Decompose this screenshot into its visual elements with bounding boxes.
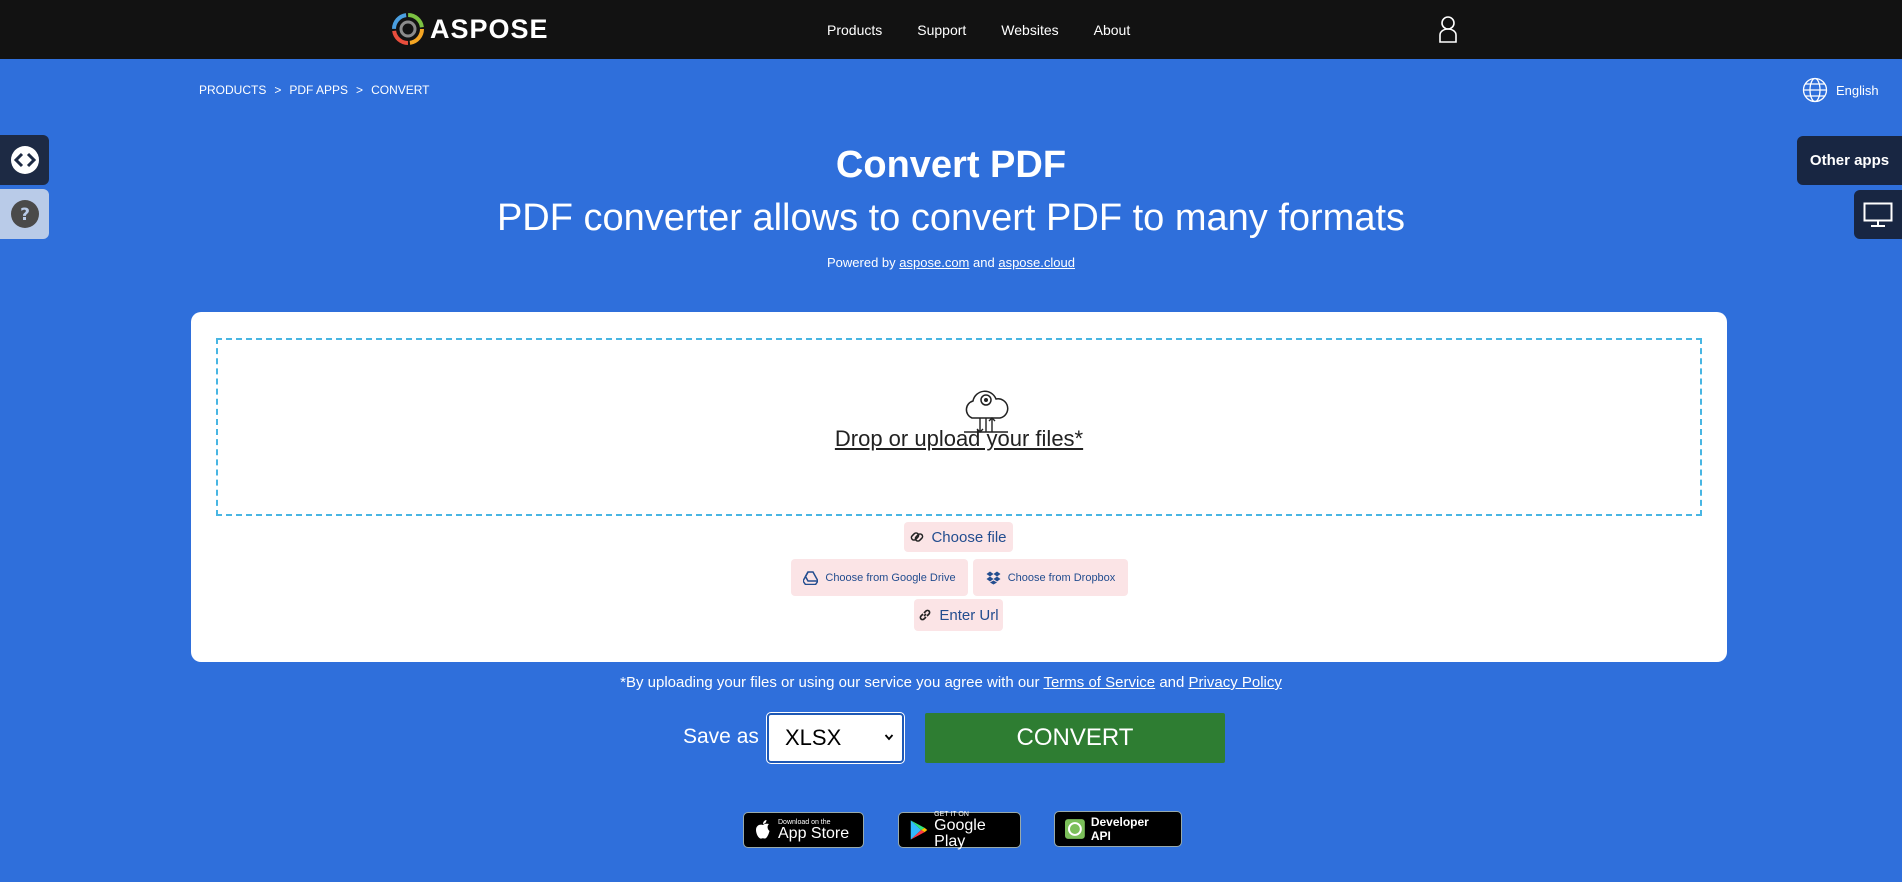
nav-support[interactable]: Support — [917, 22, 966, 38]
nav-products[interactable]: Products — [827, 22, 882, 38]
main-nav: Products Support Websites About — [827, 0, 1130, 59]
developer-api-badge[interactable]: Developer API — [1054, 811, 1182, 847]
dropbox-label: Choose from Dropbox — [1007, 571, 1116, 584]
enter-url-button[interactable]: Enter Url — [914, 599, 1003, 631]
app-store-badge[interactable]: Download on the App Store — [743, 812, 864, 848]
terms-of-service-link[interactable]: Terms of Service — [1043, 674, 1155, 691]
powered-prefix: Powered by — [827, 255, 896, 270]
format-select-value: XLSX — [785, 725, 842, 750]
aspose-logo-icon — [392, 13, 424, 45]
developer-api-label: Developer API — [1090, 815, 1149, 843]
format-select[interactable]: XLSX — [766, 712, 905, 764]
nav-about[interactable]: About — [1094, 22, 1131, 38]
language-label: English — [1836, 82, 1879, 98]
app-store-big-text: App Store — [778, 824, 850, 842]
breadcrumb-separator: > — [356, 83, 364, 97]
globe-icon — [1802, 77, 1828, 103]
terms-notice: *By uploading your files or using our se… — [0, 674, 1902, 691]
terms-prefix: *By uploading your files or using our se… — [620, 674, 1040, 691]
developer-api-icon — [1065, 819, 1085, 839]
save-as-label: Save as — [683, 725, 759, 748]
drop-upload-link[interactable]: Drop or upload your files* — [218, 426, 1700, 452]
google-play-icon — [910, 820, 928, 840]
aspose-com-link[interactable]: aspose.com — [899, 255, 969, 270]
terms-and: and — [1159, 674, 1185, 691]
choose-file-label: Choose file — [931, 528, 1007, 546]
breadcrumb-separator: > — [274, 83, 282, 97]
breadcrumb-pdf-apps[interactable]: PDF APPS — [289, 83, 348, 97]
google-drive-icon — [803, 570, 819, 585]
google-play-big-text: Google Play — [934, 816, 986, 850]
page-title: Convert PDF — [835, 144, 1067, 186]
chevron-down-icon — [884, 734, 894, 741]
user-icon[interactable] — [1437, 15, 1459, 43]
nav-websites[interactable]: Websites — [1001, 22, 1058, 38]
link-icon — [911, 532, 924, 542]
chain-link-icon — [920, 609, 931, 621]
google-play-badge[interactable]: GET IT ON Google Play — [898, 811, 1021, 850]
apple-icon — [756, 820, 770, 839]
dropbox-icon — [986, 571, 1001, 584]
breadcrumb: PRODUCTS > PDF APPS > CONVERT — [199, 83, 430, 97]
google-drive-button[interactable]: Choose from Google Drive — [791, 559, 968, 596]
file-dropzone[interactable]: Drop or upload your files* — [216, 338, 1702, 516]
page-subtitle: PDF converter allows to convert PDF to m… — [496, 197, 1406, 239]
breadcrumb-products[interactable]: PRODUCTS — [199, 83, 266, 97]
upload-card: Drop or upload your files* Choose file C… — [191, 312, 1727, 662]
choose-file-button[interactable]: Choose file — [904, 522, 1013, 552]
top-navbar: ASPOSE Products Support Websites About — [0, 0, 1902, 59]
language-selector[interactable]: English — [1802, 77, 1879, 103]
dropbox-button[interactable]: Choose from Dropbox — [973, 559, 1128, 596]
enter-url-label: Enter Url — [939, 606, 999, 624]
google-drive-label: Choose from Google Drive — [825, 571, 956, 584]
convert-button[interactable]: CONVERT — [925, 713, 1225, 763]
logo-text: ASPOSE — [430, 13, 549, 44]
privacy-policy-link[interactable]: Privacy Policy — [1189, 674, 1282, 691]
powered-by: Powered by aspose.com and aspose.cloud — [0, 255, 1902, 270]
aspose-logo[interactable]: ASPOSE — [392, 13, 549, 45]
breadcrumb-convert[interactable]: CONVERT — [371, 83, 429, 97]
aspose-cloud-link[interactable]: aspose.cloud — [998, 255, 1075, 270]
powered-and: and — [973, 255, 995, 270]
